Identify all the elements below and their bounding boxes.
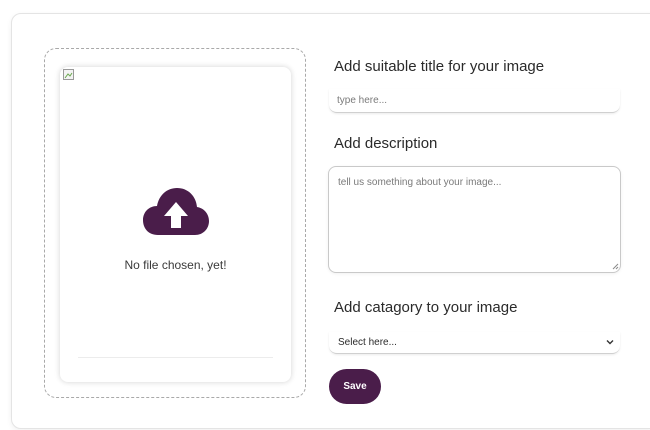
category-label: Add catagory to your image [334, 299, 518, 316]
description-textarea[interactable] [328, 166, 621, 273]
cloud-upload-icon[interactable] [142, 185, 210, 239]
title-label: Add suitable title for your image [334, 58, 545, 75]
save-button[interactable]: Save [329, 369, 381, 404]
category-select[interactable]: Select here... [329, 332, 620, 354]
no-file-status: No file chosen, yet! [124, 258, 227, 272]
chevron-down-icon [606, 340, 614, 345]
broken-image-icon [63, 69, 74, 80]
preview-divider [78, 357, 273, 358]
title-input[interactable] [329, 89, 620, 113]
description-label: Add description [334, 135, 438, 152]
resize-grip-icon[interactable] [612, 263, 619, 270]
category-selected-value: Select here... [338, 337, 397, 348]
